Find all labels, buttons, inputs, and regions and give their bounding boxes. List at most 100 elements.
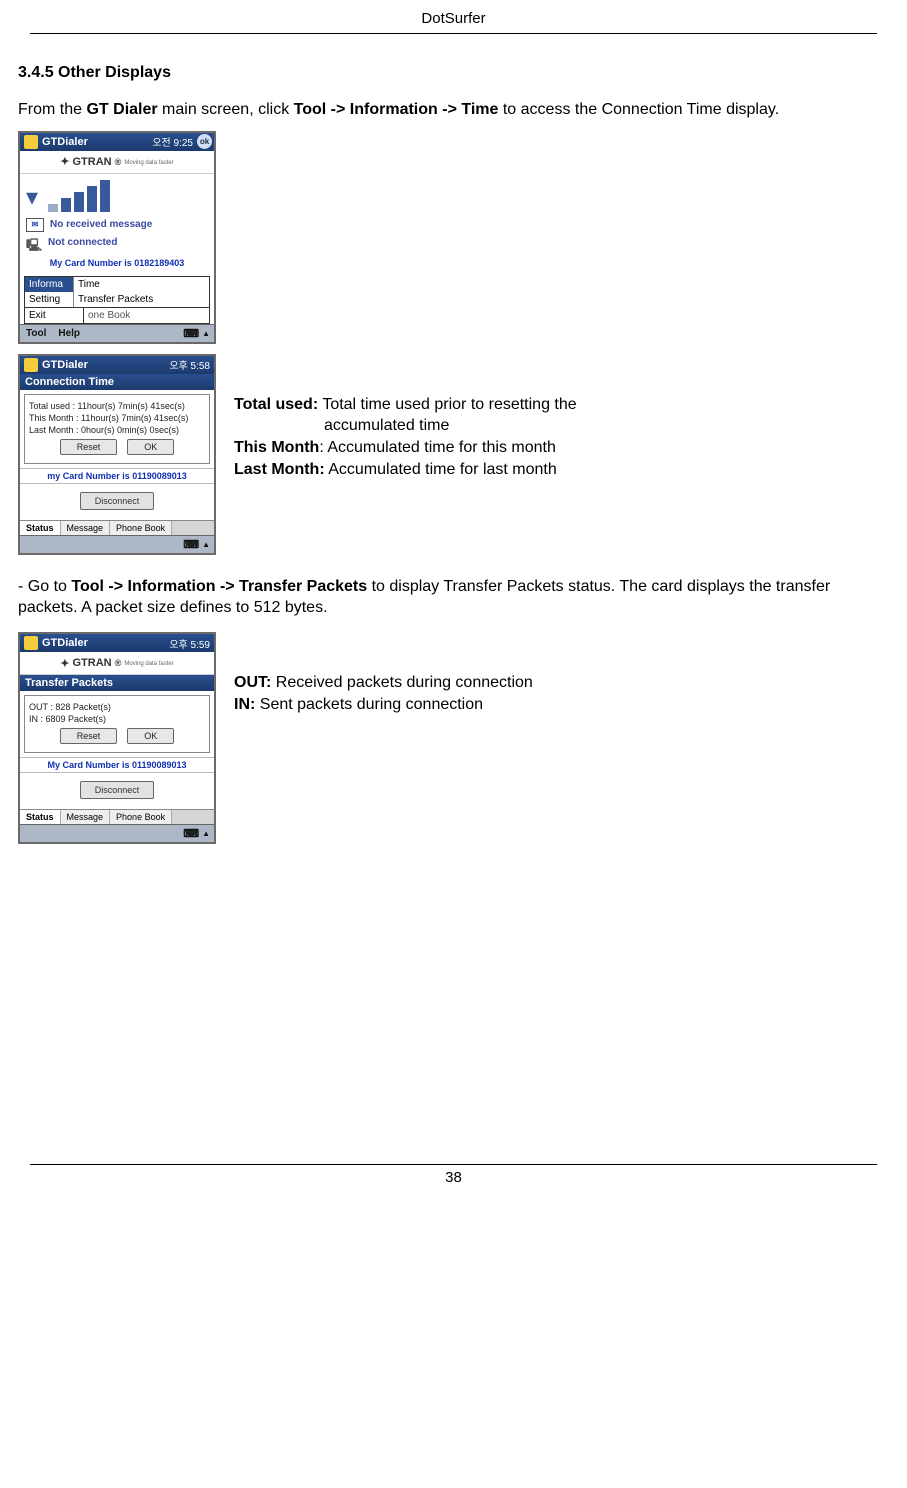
- app-icon: [24, 135, 38, 149]
- out-packets-line: OUT : 828 Packet(s): [29, 702, 205, 712]
- brand-tagline: Moving data faster: [124, 661, 173, 667]
- message-text: No received message: [50, 219, 152, 230]
- screenshot-transfer-packets: GTDialer 오후 5:59 ✦GTRAN® Moving data fas…: [18, 632, 216, 844]
- tab-message[interactable]: Message: [61, 810, 111, 824]
- bold-text: GT Dialer: [86, 101, 157, 118]
- this-month-line: This Month : 11hour(s) 7min(s) 41sec(s): [29, 413, 205, 423]
- app-icon: [24, 358, 38, 372]
- card-number: my Card Number is 01190089013: [20, 468, 214, 484]
- device-icon: 🖳: [26, 236, 42, 250]
- antenna-icon: ▾: [26, 182, 44, 212]
- doc-header: DotSurfer: [30, 0, 877, 34]
- keyboard-icon[interactable]: ⌨: [183, 827, 199, 840]
- tab-status[interactable]: Status: [20, 521, 61, 535]
- connection-text: Not connected: [48, 237, 117, 248]
- up-icon[interactable]: ▲: [202, 540, 210, 549]
- signal-row: ▾: [20, 174, 214, 216]
- popup-menu: Informa Setting Time Transfer Packets Ex…: [24, 276, 210, 324]
- brand-tagline: Moving data faster: [124, 160, 173, 166]
- app-title: GTDialer: [42, 637, 88, 649]
- def-label: OUT:: [234, 674, 271, 691]
- ok-button[interactable]: ok: [197, 134, 212, 149]
- page-number: 38: [445, 1169, 462, 1186]
- disconnect-button[interactable]: Disconnect: [80, 781, 155, 799]
- up-icon[interactable]: ▲: [202, 829, 210, 838]
- brand-logo: ✦GTRAN® Moving data faster: [20, 151, 214, 174]
- text: to access the Connection Time display.: [498, 101, 779, 118]
- keyboard-icon[interactable]: ⌨: [183, 327, 199, 340]
- bold-text: Tool -> Information -> Time: [294, 101, 499, 118]
- tab-message[interactable]: Message: [61, 521, 111, 535]
- menu-exit[interactable]: Exit: [25, 308, 84, 323]
- text: From the: [18, 101, 86, 118]
- text: - Go to: [18, 578, 71, 595]
- panel-title: Transfer Packets: [20, 675, 214, 691]
- section-heading: 3.4.5 Other Displays: [18, 64, 889, 82]
- reset-button[interactable]: Reset: [60, 439, 118, 455]
- window-titlebar: GTDialer 오후 5:59: [20, 634, 214, 652]
- keyboard-icon[interactable]: ⌨: [183, 538, 199, 551]
- bottombar-tool[interactable]: Tool: [20, 328, 52, 339]
- screenshot-gtdialer-menu: GTDialer 오전 9:25 ok ✦GTRAN® Moving data …: [18, 131, 216, 344]
- menu-setting[interactable]: Setting: [25, 292, 73, 307]
- up-icon[interactable]: ▲: [202, 329, 210, 338]
- brand-text: GTRAN: [73, 657, 112, 669]
- clock-text: 오전 9:25: [152, 134, 193, 149]
- tab-status[interactable]: Status: [20, 810, 61, 824]
- total-used-line: Total used : 11hour(s) 7min(s) 41sec(s): [29, 401, 205, 411]
- in-packets-line: IN : 6809 Packet(s): [29, 714, 205, 724]
- transfer-packets-panel: OUT : 828 Packet(s) IN : 6809 Packet(s) …: [24, 695, 210, 753]
- last-month-line: Last Month : 0hour(s) 0min(s) 0sec(s): [29, 425, 205, 435]
- page-footer: 38: [30, 1164, 877, 1186]
- menu-information[interactable]: Informa: [25, 277, 73, 292]
- connection-time-panel: Total used : 11hour(s) 7min(s) 41sec(s) …: [24, 394, 210, 464]
- menu-transfer-packets[interactable]: Transfer Packets: [74, 292, 209, 307]
- bottom-bar: ⌨▲: [20, 535, 214, 553]
- bold-text: Tool -> Information -> Transfer Packets: [71, 578, 367, 595]
- transfer-packets-definitions: OUT: Received packets during connection …: [234, 632, 533, 715]
- clock-text: 오후 5:59: [169, 636, 210, 651]
- window-titlebar: GTDialer 오후 5:58: [20, 356, 214, 374]
- app-title: GTDialer: [42, 359, 88, 371]
- ok-button[interactable]: OK: [127, 439, 174, 455]
- menu-time[interactable]: Time: [74, 277, 209, 292]
- screenshot-connection-time: GTDialer 오후 5:58 Connection Time Total u…: [18, 354, 216, 555]
- def-text: Sent packets during connection: [255, 696, 483, 713]
- card-number: My Card Number is 0182189403: [20, 252, 214, 272]
- text: main screen, click: [158, 101, 294, 118]
- reset-button[interactable]: Reset: [60, 728, 118, 744]
- bottom-bar: ⌨▲: [20, 824, 214, 842]
- def-label: Last Month:: [234, 461, 325, 478]
- brand-text: GTRAN: [73, 156, 112, 168]
- menu-remainder-text: one Book: [84, 308, 209, 323]
- def-text: Received packets during connection: [271, 674, 533, 691]
- message-status: ✉ No received message: [20, 216, 214, 234]
- intro-paragraph: From the GT Dialer main screen, click To…: [18, 100, 889, 121]
- ok-button[interactable]: OK: [127, 728, 174, 744]
- app-title: GTDialer: [42, 136, 88, 148]
- def-label: Total used:: [234, 396, 318, 413]
- def-text: accumulated time: [234, 415, 577, 437]
- def-text: Total time used prior to resetting the: [318, 396, 577, 413]
- disconnect-button[interactable]: Disconnect: [80, 492, 155, 510]
- envelope-icon: ✉: [26, 218, 44, 232]
- def-text: : Accumulated time for this month: [319, 439, 556, 456]
- def-text: Accumulated time for last month: [325, 461, 557, 478]
- card-number: My Card Number is 01190089013: [20, 757, 214, 773]
- brand-logo: ✦GTRAN® Moving data faster: [20, 652, 214, 675]
- clock-text: 오후 5:58: [169, 357, 210, 372]
- app-icon: [24, 636, 38, 650]
- bottombar-help[interactable]: Help: [52, 328, 86, 339]
- tab-phonebook[interactable]: Phone Book: [110, 521, 172, 535]
- tabs-bar: Status Message Phone Book: [20, 520, 214, 535]
- connection-time-definitions: Total used: Total time used prior to res…: [234, 354, 577, 480]
- tabs-bar: Status Message Phone Book: [20, 809, 214, 824]
- def-label: IN:: [234, 696, 255, 713]
- tab-phonebook[interactable]: Phone Book: [110, 810, 172, 824]
- transfer-paragraph: - Go to Tool -> Information -> Transfer …: [18, 577, 889, 619]
- connection-status: 🖳 Not connected: [20, 234, 214, 252]
- panel-title: Connection Time: [20, 374, 214, 390]
- window-titlebar: GTDialer 오전 9:25 ok: [20, 133, 214, 151]
- def-label: This Month: [234, 439, 319, 456]
- bottom-bar: Tool Help ⌨▲: [20, 324, 214, 342]
